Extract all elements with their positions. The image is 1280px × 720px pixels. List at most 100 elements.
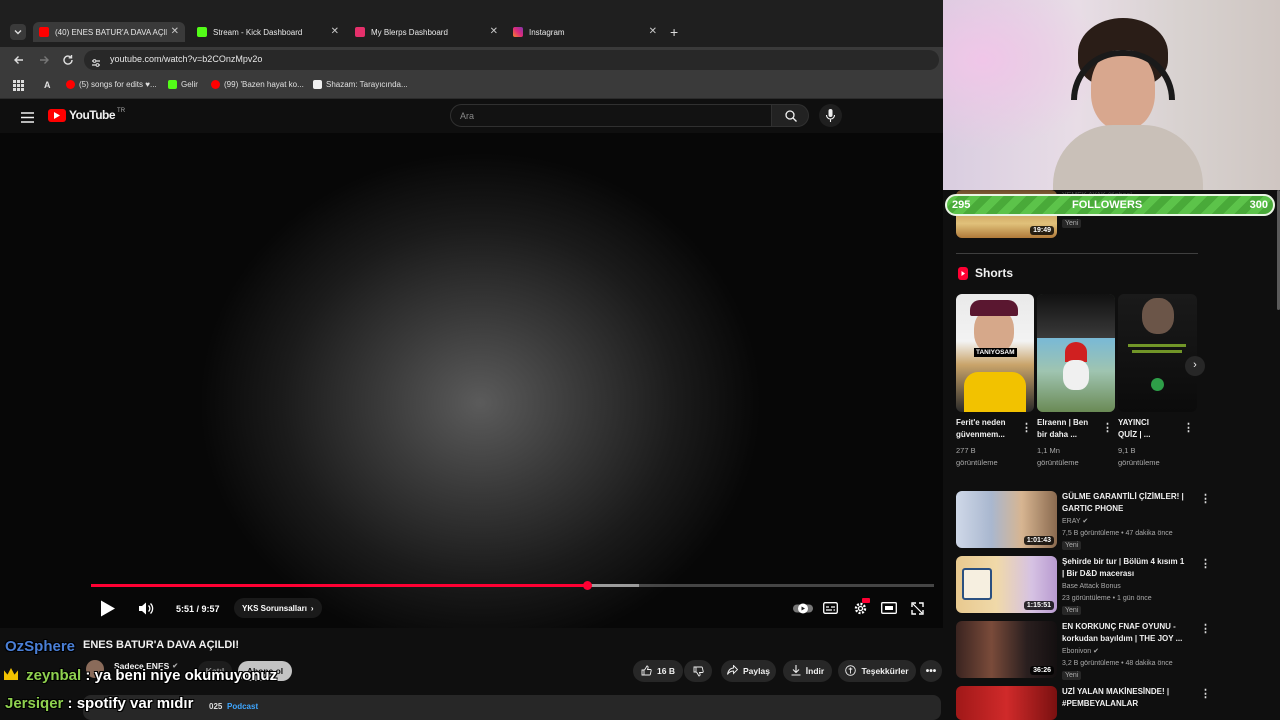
video-channel[interactable]: Ebonivon ✔ [1062, 646, 1099, 658]
close-tab-icon[interactable]: ✕ [649, 26, 657, 37]
apps-icon[interactable] [13, 80, 24, 93]
short-thumbnail[interactable]: TANIYOSAM [956, 294, 1034, 412]
video-player[interactable] [0, 133, 943, 628]
short-caption-line [1128, 344, 1186, 347]
voice-search-button[interactable] [819, 104, 842, 127]
description-tag[interactable]: Podcast [227, 702, 258, 711]
video-thumbnail[interactable]: 1:01:43 [956, 491, 1057, 548]
bookmark-item[interactable]: (99) 'Bazen hayat ko... [211, 80, 304, 89]
tab-list-icon[interactable] [10, 24, 26, 40]
short-jacket [964, 372, 1026, 412]
video-title[interactable]: UZİ YALAN MAKİNESİNDE! | #PEMBEYALANLAR [1062, 686, 1192, 710]
site-info-icon[interactable] [91, 55, 101, 73]
download-button[interactable]: İndir [783, 660, 832, 682]
bookmark-item[interactable]: A [44, 80, 51, 90]
short-more-icon[interactable]: ⋮ [1102, 421, 1113, 434]
tab-kick[interactable]: Stream - Kick Dashboard ✕ [197, 22, 339, 42]
more-actions-button[interactable]: ••• [920, 660, 942, 682]
chat-username: Jersiqer [5, 695, 64, 712]
bookmark-item[interactable]: Gelir [168, 80, 198, 89]
video-title[interactable]: Şehirde bir tur | Bölüm 4 kısım 1 | Bir … [1062, 556, 1192, 580]
short-views-label: görüntüleme [1037, 458, 1079, 467]
back-icon[interactable] [13, 53, 25, 71]
address-bar-row: youtube.com/watch?v=b2COnzMpv2o [0, 47, 943, 73]
video-more-icon[interactable]: ⋮ [1200, 492, 1211, 505]
bookmark-label: Shazam: Tarayıcında... [326, 80, 408, 89]
youtube-tab-icon [39, 27, 49, 37]
reload-icon[interactable] [62, 53, 74, 71]
short-more-icon[interactable]: ⋮ [1183, 421, 1194, 434]
tab-instagram[interactable]: Instagram ✕ [513, 22, 657, 42]
share-icon [727, 664, 739, 677]
followers-goal-bar: 295 FOLLOWERS 300 [945, 194, 1275, 216]
video-title[interactable]: EN KORKUNÇ FNAF OYUNU - korkudan bayıldı… [1062, 621, 1192, 645]
video-more-icon[interactable]: ⋮ [1200, 557, 1211, 570]
search-input[interactable]: Ara [450, 104, 772, 127]
search-placeholder: Ara [460, 111, 475, 121]
description-date: 025 [209, 702, 223, 711]
url-field[interactable]: youtube.com/watch?v=b2COnzMpv2o [84, 50, 939, 70]
short-thumbnail[interactable] [1118, 294, 1197, 412]
bookmark-item[interactable]: (5) songs for edits ♥... [66, 80, 157, 89]
short-top-frame [1037, 294, 1115, 338]
like-button[interactable]: 16 B [633, 660, 683, 682]
fullscreen-button[interactable] [911, 602, 924, 617]
blerps-tab-icon [355, 27, 365, 37]
youtube-logo[interactable]: YouTube TR [48, 108, 125, 122]
new-badge: Yeni [1062, 219, 1082, 228]
short-views-count: 1,1 Mn [1037, 446, 1060, 455]
video-thumbnail[interactable]: 1:15:51 [956, 556, 1057, 613]
bookmark-label: Gelir [181, 80, 198, 89]
short-title[interactable]: Elraenn | Ben bir daha ... [1037, 417, 1103, 441]
close-tab-icon[interactable]: ✕ [490, 26, 498, 37]
search-button[interactable] [771, 104, 809, 127]
close-tab-icon[interactable]: ✕ [171, 26, 179, 37]
mic-icon [826, 109, 835, 122]
tab-youtube[interactable]: (40) ENES BATUR'A DAVA AÇILDI ✕ [33, 22, 185, 42]
play-button[interactable] [100, 600, 116, 619]
theater-button[interactable] [881, 602, 897, 616]
chevron-right-icon: › [310, 603, 314, 613]
share-button[interactable]: Paylaş [721, 660, 776, 682]
subtitles-icon [823, 602, 838, 614]
divider [956, 253, 1198, 254]
description-box[interactable]: 025 Podcast [83, 695, 941, 720]
verified-icon: ✔ [1082, 518, 1089, 525]
new-tab-icon[interactable]: + [670, 24, 678, 40]
short-thumbnail[interactable] [1037, 294, 1115, 412]
short-title[interactable]: Ferit'e neden güvenmem... [956, 417, 1022, 441]
share-label: Paylaş [743, 666, 770, 676]
video-channel[interactable]: Base Attack Bonus [1062, 581, 1121, 593]
video-channel[interactable]: ERAY ✔ [1062, 516, 1088, 528]
menu-icon[interactable] [21, 110, 34, 128]
tab-blerps[interactable]: My Blerps Dashboard ✕ [355, 22, 498, 42]
progress-scrubber[interactable] [582, 581, 592, 590]
short-title[interactable]: YAYINCI QUİZ | ... [1118, 417, 1184, 441]
autoplay-toggle[interactable] [793, 603, 813, 616]
progress-played [91, 584, 587, 587]
settings-button[interactable] [853, 598, 870, 618]
chapter-label: YKS Sorunsalları [242, 603, 307, 613]
dislike-button[interactable] [684, 660, 712, 682]
video-title-line: Şehirde bir tur | Bölüm 4 kısım 1 [1062, 557, 1185, 566]
new-badge: Yeni [1062, 671, 1082, 680]
video-thumbnail[interactable]: 36:26 [956, 621, 1057, 678]
instagram-tab-icon [513, 27, 523, 37]
shorts-next-button[interactable]: › [1185, 356, 1205, 376]
video-more-icon[interactable]: ⋮ [1200, 687, 1211, 700]
subtitles-button[interactable] [823, 602, 838, 616]
short-title-line: Ferit'e neden [956, 418, 1006, 427]
theater-icon [881, 602, 897, 614]
forward-icon[interactable] [38, 53, 50, 71]
short-more-icon[interactable]: ⋮ [1021, 421, 1032, 434]
video-title[interactable]: GÜLME GARANTİLİ ÇİZİMLER! | GARTIC PHONE [1062, 491, 1186, 515]
short-views: 9,1 B görüntüleme [1118, 445, 1160, 469]
chapter-button[interactable]: YKS Sorunsalları › [234, 598, 322, 618]
video-more-icon[interactable]: ⋮ [1200, 622, 1211, 635]
close-tab-icon[interactable]: ✕ [331, 26, 339, 37]
volume-button[interactable] [139, 602, 155, 617]
thanks-button[interactable]: Teşekkürler [838, 660, 916, 682]
video-title-line: #PEMBEYALANLAR [1062, 699, 1139, 708]
bookmark-item[interactable]: Shazam: Tarayıcında... [313, 80, 408, 89]
video-thumbnail[interactable] [956, 686, 1057, 720]
